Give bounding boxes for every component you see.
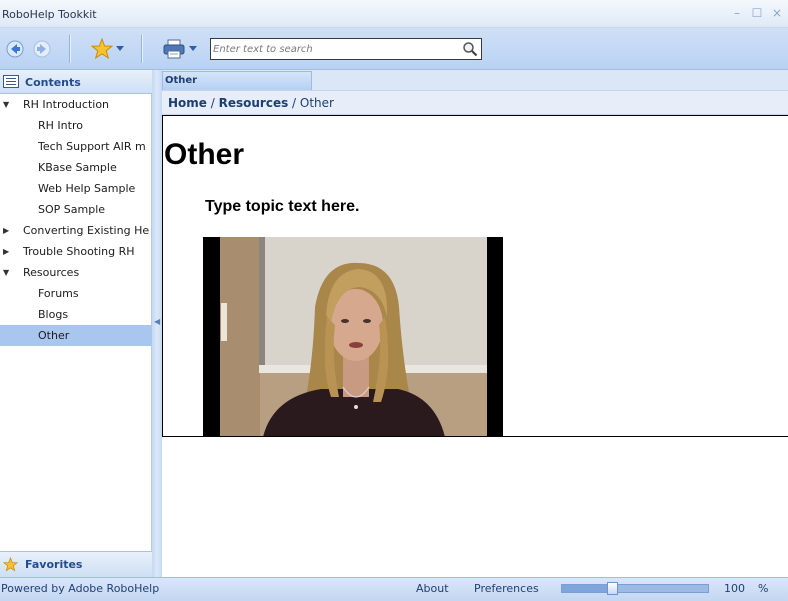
contents-header[interactable]: Contents <box>0 70 152 94</box>
sidebar-item-label: Resources <box>23 266 80 279</box>
sidebar-item[interactable]: KBase Sample <box>0 157 152 178</box>
back-button[interactable] <box>4 36 26 62</box>
zoom-slider-thumb[interactable] <box>607 582 618 595</box>
sidebar-item-label: Blogs <box>38 308 69 321</box>
star-icon <box>90 38 113 60</box>
breadcrumb-resources-link[interactable]: Resources <box>219 96 289 110</box>
video-player[interactable] <box>203 237 503 436</box>
sidebar-item-label: Converting Existing He <box>23 224 150 237</box>
sidebar-item-label: KBase Sample <box>38 161 117 174</box>
topic-pane: Other Home / Resources / Other Other Typ… <box>162 70 788 577</box>
navigation-pane: Contents ▼ RH Introduction RH Intro Tech Su… <box>0 70 152 577</box>
zoom-value: 100 <box>724 582 745 595</box>
sidebar-item[interactable]: SOP Sample <box>0 199 152 220</box>
sidebar-item-label: Forums <box>38 287 79 300</box>
sidebar-item[interactable]: Web Help Sample <box>0 178 152 199</box>
collapsed-arrow-icon[interactable]: ▶ <box>3 220 13 241</box>
sidebar-item[interactable]: Tech Support AIR m <box>0 136 152 157</box>
star-icon <box>3 557 18 572</box>
topic-frame: Other Type topic text here. <box>162 115 788 437</box>
sidebar-item[interactable]: ▶ Trouble Shooting RH <box>0 241 152 262</box>
toolbar-separator <box>69 35 70 63</box>
sidebar-item-label: Web Help Sample <box>38 182 136 195</box>
window-title: RoboHelp Tookkit <box>2 8 97 21</box>
page-title: Other <box>164 138 245 171</box>
status-bar: Powered by Adobe RoboHelp About Preferen… <box>0 577 788 601</box>
sidebar-item-label: SOP Sample <box>38 203 106 216</box>
preferences-link[interactable]: Preferences <box>474 582 539 595</box>
table-of-contents: ▼ RH Introduction RH Intro Tech Support AIR… <box>0 94 152 346</box>
contents-label: Contents <box>25 76 81 89</box>
breadcrumb: Home / Resources / Other <box>162 90 788 115</box>
collapsed-arrow-icon[interactable]: ▶ <box>3 241 13 262</box>
expanded-arrow-icon[interactable]: ▼ <box>3 94 13 115</box>
video-frame-image <box>203 237 503 436</box>
maximize-button[interactable]: ☐ <box>750 6 764 20</box>
contents-icon <box>3 75 19 88</box>
about-link[interactable]: About <box>416 582 449 595</box>
expanded-arrow-icon[interactable]: ▼ <box>3 262 13 283</box>
zoom-slider[interactable] <box>561 582 709 595</box>
tab-label: Other <box>165 75 198 86</box>
sidebar-item[interactable]: Other <box>0 325 152 346</box>
sidebar-item-label: Other <box>38 329 70 342</box>
breadcrumb-separator: / <box>288 96 300 110</box>
sidebar-item-label: Tech Support AIR m <box>38 140 146 153</box>
favorites-label: Favorites <box>25 558 83 571</box>
sidebar-item[interactable]: Blogs <box>0 304 152 325</box>
minimize-button[interactable]: – <box>730 6 744 20</box>
breadcrumb-separator: / <box>206 96 219 110</box>
forward-button[interactable] <box>31 36 53 62</box>
tab-other[interactable]: Other <box>162 71 312 90</box>
toolbar <box>0 28 788 70</box>
forward-arrow-icon <box>33 40 51 58</box>
collapse-arrow-icon[interactable]: ◀ <box>154 317 160 326</box>
sidebar-item[interactable]: ▶ Converting Existing He <box>0 220 152 241</box>
pane-splitter[interactable]: ◀ <box>152 70 162 577</box>
sidebar-item-label: RH Introduction <box>23 98 110 111</box>
magnifier-icon[interactable] <box>462 41 478 57</box>
sidebar-item[interactable]: ▼ Resources <box>0 262 152 283</box>
chevron-down-icon <box>188 46 197 51</box>
back-arrow-icon <box>6 40 24 58</box>
powered-by-text: Powered by Adobe RoboHelp <box>1 582 160 595</box>
tab-strip: Other <box>162 70 788 90</box>
topic-paragraph: Type topic text here. <box>205 198 360 215</box>
sidebar-item[interactable]: Forums <box>0 283 152 304</box>
title-bar: RoboHelp Tookkit – ☐ × <box>0 0 788 28</box>
toolbar-separator <box>141 35 142 63</box>
sidebar-item-label: Trouble Shooting RH <box>23 245 135 258</box>
search-input[interactable] <box>213 41 457 57</box>
breadcrumb-current: Other <box>299 96 334 110</box>
print-button[interactable] <box>160 36 198 62</box>
sidebar-item[interactable]: ▼ RH Introduction <box>0 94 152 115</box>
sidebar-item-label: RH Intro <box>38 119 83 132</box>
printer-icon <box>163 39 184 59</box>
favorites-header[interactable]: Favorites <box>0 551 152 577</box>
zoom-unit: % <box>758 582 769 595</box>
zoom-slider-fill <box>562 585 607 592</box>
chevron-down-icon <box>115 46 124 51</box>
favorites-button[interactable] <box>88 36 126 62</box>
sidebar-item[interactable]: RH Intro <box>0 115 152 136</box>
search-box <box>210 38 482 60</box>
breadcrumb-home-link[interactable]: Home <box>168 96 207 110</box>
close-button[interactable]: × <box>770 6 784 20</box>
